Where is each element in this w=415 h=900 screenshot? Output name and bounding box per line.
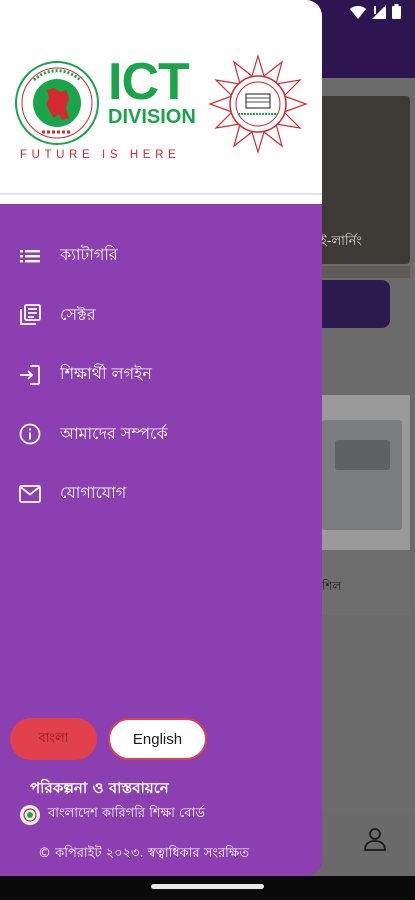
bangla-language-button[interactable]: বাংলা (10, 718, 97, 760)
machine-image-detail (335, 440, 390, 470)
login-icon (18, 363, 42, 387)
gesture-handle[interactable] (151, 884, 264, 889)
menu-item-student-login[interactable]: শিক্ষার্থী লগইন (0, 345, 322, 405)
background-strip (318, 266, 410, 278)
machine-image (322, 420, 402, 530)
technical-board-seal-logo (208, 54, 308, 154)
info-icon (18, 422, 42, 446)
header-divider (0, 193, 322, 195)
copyright-text: © কপিরাইট ২০২৩. স্বত্বাধিকার সংরক্ষিত (38, 846, 250, 861)
list-icon (18, 244, 42, 268)
status-bar (350, 4, 401, 19)
english-language-button[interactable]: English (108, 718, 207, 760)
menu-item-about-us[interactable]: আমাদের সম্পর্কে (0, 405, 322, 465)
menu-item-contact[interactable]: যোগাযোগ (0, 464, 322, 524)
board-credit: বাংলাদেশ কারিগরি শিক্ষা বোর্ড (20, 804, 205, 825)
ict-logo-text: ICT (108, 53, 190, 111)
language-switcher: বাংলা English (10, 718, 207, 760)
board-logo-icon (20, 804, 40, 825)
bangladesh-government-logo (15, 61, 99, 145)
menu-label: যোগাযোগ (60, 483, 127, 503)
background-card-text: ই-লার্নিং (320, 234, 362, 249)
drawer-menu: ক্যাটাগরি সেক্টর শিক্ষার্থী লগইন আমাদের … (0, 226, 322, 524)
ict-logo-subtext: DIVISION (108, 106, 196, 128)
menu-label: ক্যাটাগরি (60, 245, 118, 265)
navigation-drawer: ICT DIVISION FUTURE IS HERE ক্যাটাগরি সে… (0, 0, 322, 876)
menu-label: আমাদের সম্পর্কে (60, 423, 168, 443)
signal-icon (372, 4, 386, 19)
ict-division-logo: ICT DIVISION (108, 53, 204, 128)
library-icon (18, 303, 42, 327)
drawer-header: ICT DIVISION FUTURE IS HERE (0, 0, 322, 204)
battery-icon (392, 4, 401, 19)
menu-item-category[interactable]: ক্যাটাগরি (0, 226, 322, 286)
plan-implementation-title: পরিকল্পনা ও বাস্তবায়নে (30, 779, 169, 797)
mail-icon (18, 482, 42, 506)
menu-label: শিক্ষার্থী লগইন (60, 364, 152, 384)
tagline: FUTURE IS HERE (20, 149, 181, 161)
profile-icon (364, 828, 386, 851)
menu-label: সেক্টর (60, 304, 96, 324)
wifi-icon (350, 5, 366, 19)
board-name: বাংলাদেশ কারিগরি শিক্ষা বোর্ড (48, 806, 205, 821)
background-card-text-2: শিল (322, 579, 342, 593)
menu-item-sector[interactable]: সেক্টর (0, 286, 322, 346)
